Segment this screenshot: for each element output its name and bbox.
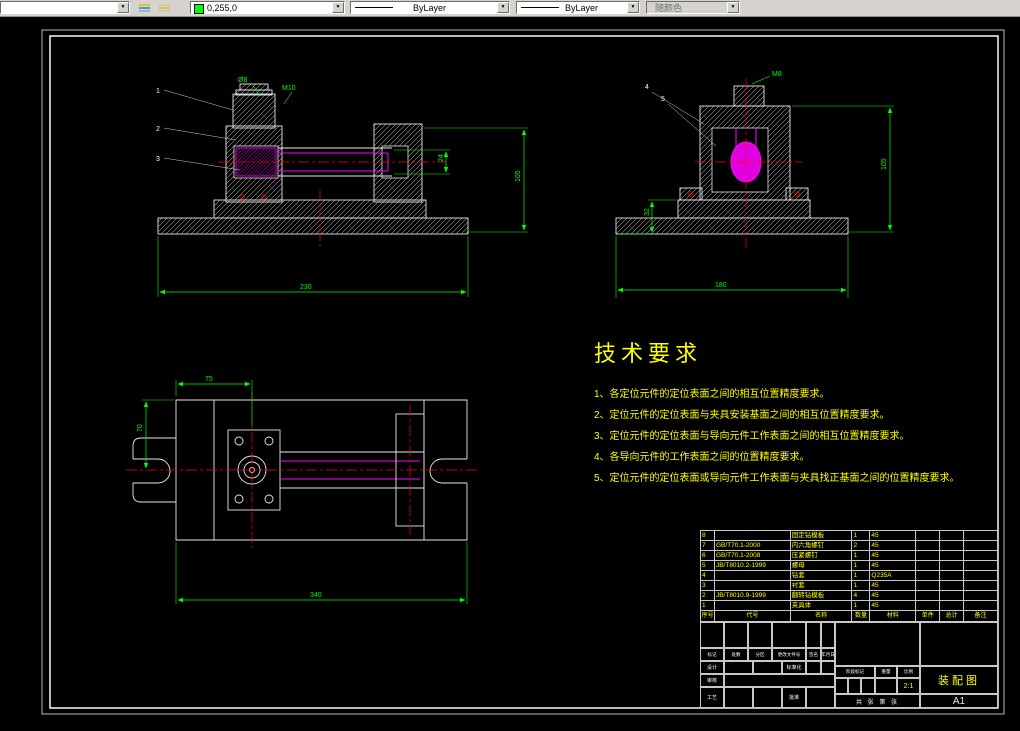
revision-header-docno: 更改文件号 [772,648,806,661]
process-label: 工艺 [700,687,724,708]
svg-text:105: 105 [515,170,522,182]
svg-text:70: 70 [137,424,144,432]
linetype-sample [355,7,393,8]
svg-text:Ø8: Ø8 [238,77,247,84]
parts-row: 5 JB/T8010.2-1999 螺母 1 45 [701,560,998,570]
std-date-cell [821,661,835,674]
svg-text:180: 180 [715,282,727,289]
layers-icon [139,4,150,13]
svg-text:2: 2 [156,126,160,133]
svg-text:M8: M8 [772,71,782,78]
svg-text:105: 105 [881,158,888,170]
parts-row: 4 钻套 1 Q235A [701,570,998,580]
chevron-down-icon[interactable]: ▼ [627,2,639,13]
lineweight-combo[interactable]: ByLayer ▼ [516,1,640,14]
svg-text:24: 24 [438,154,445,162]
chevron-down-icon[interactable]: ▼ [332,2,344,13]
revision-cell [821,622,835,648]
parts-row: 1 夹具体 1 45 [701,600,998,610]
parts-row: 2 JB/T8010.9-1999 翻转钻模板 4 45 [701,590,998,600]
chevron-down-icon[interactable]: ▼ [497,2,509,13]
linetype-combo[interactable]: ByLayer ▼ [350,1,510,14]
svg-text:3: 3 [156,156,160,163]
svg-text:75: 75 [205,376,213,383]
color-combo[interactable]: 0,255,0 ▼ [190,1,345,14]
svg-text:5: 5 [661,96,665,103]
svg-text:1: 1 [156,88,160,95]
layer-properties-button[interactable] [136,1,154,14]
tech-req-item: 2、定位元件的定位表面与夹具安装基面之间的相互位置精度要求。 [594,410,890,421]
check-label: 审核 [700,674,724,687]
tech-req-item: 5、定位元件的定位表面或导向元件工作表面与夹具找正基面之间的位置精度要求。 [594,473,960,484]
drawing-number-cell [920,622,998,666]
make-object-layer-current-button[interactable] [156,1,174,14]
lineweight-sample [521,7,559,8]
drawing-name: 装配图 [920,666,998,694]
revision-header-count: 处数 [724,648,748,661]
revision-header-date: 年月日 [821,648,835,661]
svg-text:32: 32 [644,208,651,216]
parts-row: 3 衬套 1 45 [701,580,998,590]
scale-label: 比例 [897,666,920,678]
lineweight-combo-value: ByLayer [565,3,599,13]
design-date-cell [753,661,782,674]
plot-style-value: 随颜色 [655,3,683,13]
process-cell [753,687,782,708]
weight-label: 重量 [875,666,897,678]
parts-list-header: 序号 代号 名称 数量 材料 单件 总计 备注 [701,610,998,622]
empty-cell [835,622,920,666]
properties-toolbar: ▼ 0,255,0 ▼ ByLayer ▼ ByLayer ▼ 随颜色 ▼ [0,0,1020,17]
check-cell [724,674,835,687]
layer-stack-icon [159,4,170,13]
svg-text:230: 230 [300,284,312,291]
parts-list[interactable]: 8 固定钻模板 1 45 7 GB/T70.1-2000 内六角螺钉 2 45 6 GB/T70… [700,530,998,622]
technical-requirements[interactable]: 技术要求 1、各定位元件的定位表面之间的相互位置精度要求。 2、定位元件的定位表… [594,336,960,489]
parts-row: 7 GB/T70.1-2000 内六角螺钉 2 45 [701,540,998,550]
standardization-label: 标准化 [782,661,806,674]
stage-cell [861,678,875,694]
stage-cell [835,678,848,694]
sheet-info: 共 张 第 张 [835,694,920,708]
revision-header-mark: 标记 [700,648,724,661]
layer-combo[interactable]: ▼ [0,1,130,14]
plan-view-centerlines[interactable] [126,392,478,548]
approve-cell [806,687,835,708]
revision-header-zone: 分区 [748,648,772,661]
approve-label: 批准 [782,687,806,708]
front-view-geometry[interactable] [157,83,469,235]
tech-req-title: 技术要求 [594,341,703,366]
plan-view-dimensions[interactable]: 75 70 340 [137,376,468,604]
svg-text:M10: M10 [282,85,296,92]
revision-cell [748,622,772,648]
revision-cell [806,622,821,648]
tech-req-item: 3、定位元件的定位表面与导向元件工作表面之间的相互位置精度要求。 [594,431,910,442]
scale-value: 2:1 [897,678,920,694]
stage-cell [848,678,861,694]
linetype-combo-value: ByLayer [413,3,447,13]
sheet-size: A1 [920,694,998,708]
svg-text:340: 340 [310,592,322,599]
revision-header-sign: 签名 [806,648,821,661]
revision-cell [772,622,806,648]
chevron-down-icon: ▼ [727,2,739,13]
parts-row: 6 GB/T70.1-2008 压紧螺钉 1 45 [701,550,998,560]
color-combo-value: 0,255,0 [207,3,238,13]
design-sign-cell [724,661,753,674]
parts-row: 8 固定钻模板 1 45 [701,530,998,540]
tech-req-item: 1、各定位元件的定位表面之间的相互位置精度要求。 [594,389,830,400]
std-sign-cell [806,661,821,674]
weight-cell [875,678,897,694]
plot-style-combo: 随颜色 ▼ [646,1,740,14]
revision-cell [700,622,724,648]
svg-text:4: 4 [645,84,649,91]
title-block[interactable]: 标记 处数 分区 更改文件号 签名 年月日 设计 标准化 审核 工艺 批准 阶段… [700,622,998,708]
color-swatch [194,4,204,14]
design-label: 设计 [700,661,724,674]
front-view-dimensions[interactable]: 230 105 24 Ø8 M10 [157,77,528,297]
revision-cell [724,622,748,648]
tech-req-item: 4、各导向元件的工作表面之间的位置精度要求。 [594,452,810,463]
process-cell [724,687,753,708]
stage-mark-label: 阶段标记 [835,666,875,678]
chevron-down-icon[interactable]: ▼ [117,2,129,13]
